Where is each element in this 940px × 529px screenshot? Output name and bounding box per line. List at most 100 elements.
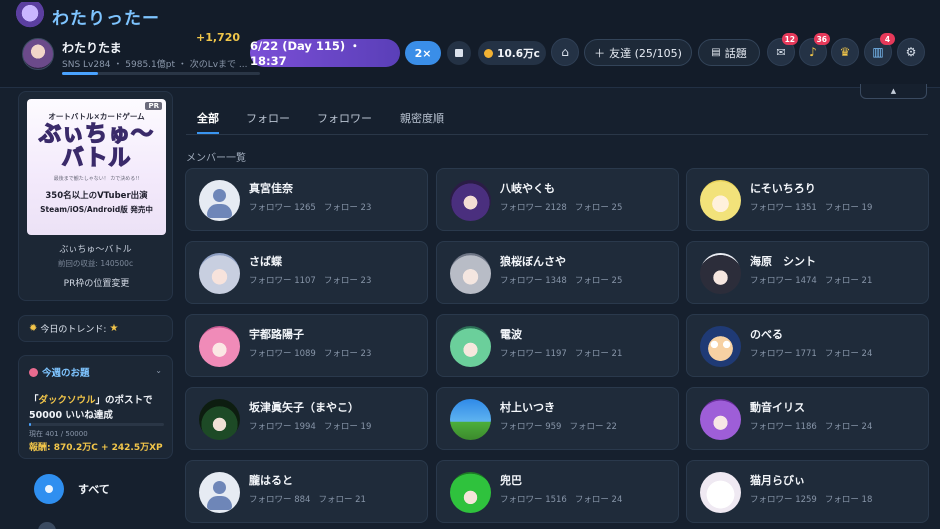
sidebar-item-avatar[interactable] <box>38 522 56 529</box>
avatar[interactable] <box>199 253 240 294</box>
pr-banner[interactable]: PR オートバトル×カードゲーム ぶぃちゅ〜 バトル 最後まで観たしゃない！ カで… <box>27 99 166 235</box>
sidebar-item-all[interactable]: すべて <box>18 466 173 512</box>
trophy-button[interactable]: ♛ <box>831 38 859 66</box>
avatar[interactable] <box>450 326 491 367</box>
member-card[interactable]: 坂津眞矢子（まやこ） フォロワー 1994 フォロー 19 <box>185 387 428 450</box>
weekly-topic-header[interactable]: 今週のお題 <box>29 365 90 379</box>
following-count: フォロー 24 <box>574 495 623 505</box>
member-name[interactable]: 動音イリス <box>750 399 805 415</box>
avatar[interactable] <box>700 472 741 513</box>
member-card[interactable]: 海原 シント フォロワー 1474 フォロー 21 <box>686 241 929 304</box>
following-count: フォロー 21 <box>574 349 623 359</box>
member-card[interactable]: にそいちろり フォロワー 1351 フォロー 19 <box>686 168 929 231</box>
member-stats: フォロワー 1089 フォロー 23 <box>249 347 371 359</box>
weekly-topic-card: 今週のお題 ⌄ 「ダックソウル」のポストで 50000 いいね達成 現在 401… <box>18 355 173 459</box>
member-card[interactable]: 真宮佳奈 フォロワー 1265 フォロー 23 <box>185 168 428 231</box>
chevron-down-icon[interactable]: ⌄ <box>155 366 162 375</box>
mail-button[interactable]: ✉ 12 <box>767 33 798 66</box>
user-name: わたりたま <box>62 41 122 55</box>
trend-card[interactable]: ✹ 今日のトレンド: ★ <box>18 315 173 342</box>
points-delta: +1,720 <box>196 31 241 44</box>
following-count: フォロー 23 <box>323 276 372 286</box>
book-button[interactable]: ▥ 4 <box>864 33 895 66</box>
member-card[interactable]: のべるフォロワー 1771 フォロー 24 <box>686 314 929 377</box>
following-count: フォロー 22 <box>569 422 617 432</box>
avatar[interactable] <box>199 399 240 440</box>
avatar[interactable] <box>199 472 240 513</box>
tab-intimacy[interactable]: 親密度順 <box>400 110 444 134</box>
user-profile[interactable]: わたりたま +1,720 SNS Lv284 ・ 5985.1億pt ・ 次のL… <box>20 31 260 78</box>
follower-count: フォロワー 1351 <box>750 203 817 213</box>
date-time-display[interactable]: 6/22 (Day 115) ・ 18:37 <box>250 39 400 68</box>
pr-position-button[interactable]: PR枠の位置変更 <box>39 275 154 293</box>
member-name[interactable]: 電波 <box>500 326 522 342</box>
goal-suffix: 」のポストで <box>95 395 153 406</box>
following-count: フォロー 24 <box>824 422 873 432</box>
member-stats: フォロワー 1771 フォロー 24 <box>750 347 872 359</box>
bell-icon: ♪ <box>809 45 817 59</box>
member-card[interactable]: 電波 フォロワー 1197 フォロー 21 <box>436 314 679 377</box>
member-card[interactable]: 宇都路陽子フォロワー 1089 フォロー 23 <box>185 314 428 377</box>
pr-banner-subtitle: オートバトル×カードゲーム <box>48 112 145 121</box>
member-name[interactable]: 真宮佳奈 <box>249 180 293 196</box>
avatar[interactable] <box>450 399 491 440</box>
speed-button[interactable]: 2× <box>405 41 441 65</box>
weekly-progress-bar <box>29 423 164 426</box>
avatar[interactable] <box>199 180 240 221</box>
friends-button[interactable]: ＋ 友達 (25/105) <box>584 39 692 66</box>
member-card[interactable]: 八岐やくもフォロワー 2128 フォロー 25 <box>436 168 679 231</box>
member-name[interactable]: 八岐やくも <box>500 180 555 196</box>
home-button[interactable]: ⌂ <box>551 38 579 66</box>
tab-all[interactable]: 全部 <box>197 110 219 134</box>
avatar[interactable] <box>700 399 741 440</box>
member-name[interactable]: のべる <box>750 326 783 342</box>
app-logo[interactable]: わたりったー <box>14 2 160 30</box>
trophy-icon: ♛ <box>839 45 851 59</box>
member-card[interactable]: 朧はるとフォロワー 884 フォロー 21 <box>185 460 428 523</box>
member-stats: フォロワー 959 フォロー 22 <box>500 420 617 432</box>
member-name[interactable]: さば蝶 <box>249 253 282 269</box>
tab-followers[interactable]: フォロワー <box>317 110 372 134</box>
member-name[interactable]: 宇都路陽子 <box>249 326 304 342</box>
member-name[interactable]: 猫月らびぃ <box>750 472 805 488</box>
member-stats: フォロワー 2128 フォロー 25 <box>500 201 622 213</box>
member-name[interactable]: 兜巴 <box>500 472 522 488</box>
avatar[interactable] <box>700 253 741 294</box>
stop-button[interactable] <box>447 41 471 65</box>
settings-button[interactable]: ⚙ <box>897 38 925 66</box>
book-icon: ▥ <box>872 45 884 59</box>
member-card[interactable]: 村上いつきフォロワー 959 フォロー 22 <box>436 387 679 450</box>
avatar[interactable] <box>450 180 491 221</box>
follower-count: フォロワー 1186 <box>750 422 817 432</box>
collapse-button[interactable]: ▲ <box>860 84 927 99</box>
follower-count: フォロワー 1474 <box>750 276 817 286</box>
member-name[interactable]: 狼桜ぼんさや <box>500 253 566 269</box>
avatar[interactable] <box>700 326 741 367</box>
avatar[interactable] <box>450 472 491 513</box>
following-count: フォロー 23 <box>323 349 372 359</box>
tab-follow[interactable]: フォロー <box>246 110 290 134</box>
member-card[interactable]: 兜巴 フォロワー 1516 フォロー 24 <box>436 460 679 523</box>
follower-count: フォロワー 1089 <box>249 349 316 359</box>
avatar[interactable] <box>199 326 240 367</box>
topics-button[interactable]: ▤ 話題 <box>698 39 760 66</box>
member-stats: フォロワー 884 フォロー 21 <box>249 493 366 505</box>
member-name[interactable]: 朧はると <box>249 472 293 488</box>
member-card[interactable]: さば蝶フォロワー 1107 フォロー 23 <box>185 241 428 304</box>
member-stats: フォロワー 1107 フォロー 23 <box>249 274 371 286</box>
member-card[interactable]: 動音イリスフォロワー 1186 フォロー 24 <box>686 387 929 450</box>
member-name[interactable]: 坂津眞矢子（まやこ） <box>249 399 359 415</box>
member-card[interactable]: 猫月らびぃ フォロワー 1259 フォロー 18 <box>686 460 929 523</box>
notification-button[interactable]: ♪ 36 <box>799 33 830 66</box>
avatar[interactable] <box>450 253 491 294</box>
member-card[interactable]: 狼桜ぼんさや フォロワー 1348 フォロー 25 <box>436 241 679 304</box>
trend-label: 今日のトレンド: <box>40 325 107 335</box>
member-name[interactable]: 海原 シント <box>750 253 816 269</box>
logo-character-icon <box>14 2 46 30</box>
weekly-progress-text: 現在 401 / 50000 <box>29 430 88 438</box>
avatar[interactable] <box>700 180 741 221</box>
following-count: フォロー 23 <box>323 203 372 213</box>
member-name[interactable]: にそいちろり <box>750 180 816 196</box>
member-name[interactable]: 村上いつき <box>500 399 555 415</box>
coin-icon <box>484 48 494 58</box>
